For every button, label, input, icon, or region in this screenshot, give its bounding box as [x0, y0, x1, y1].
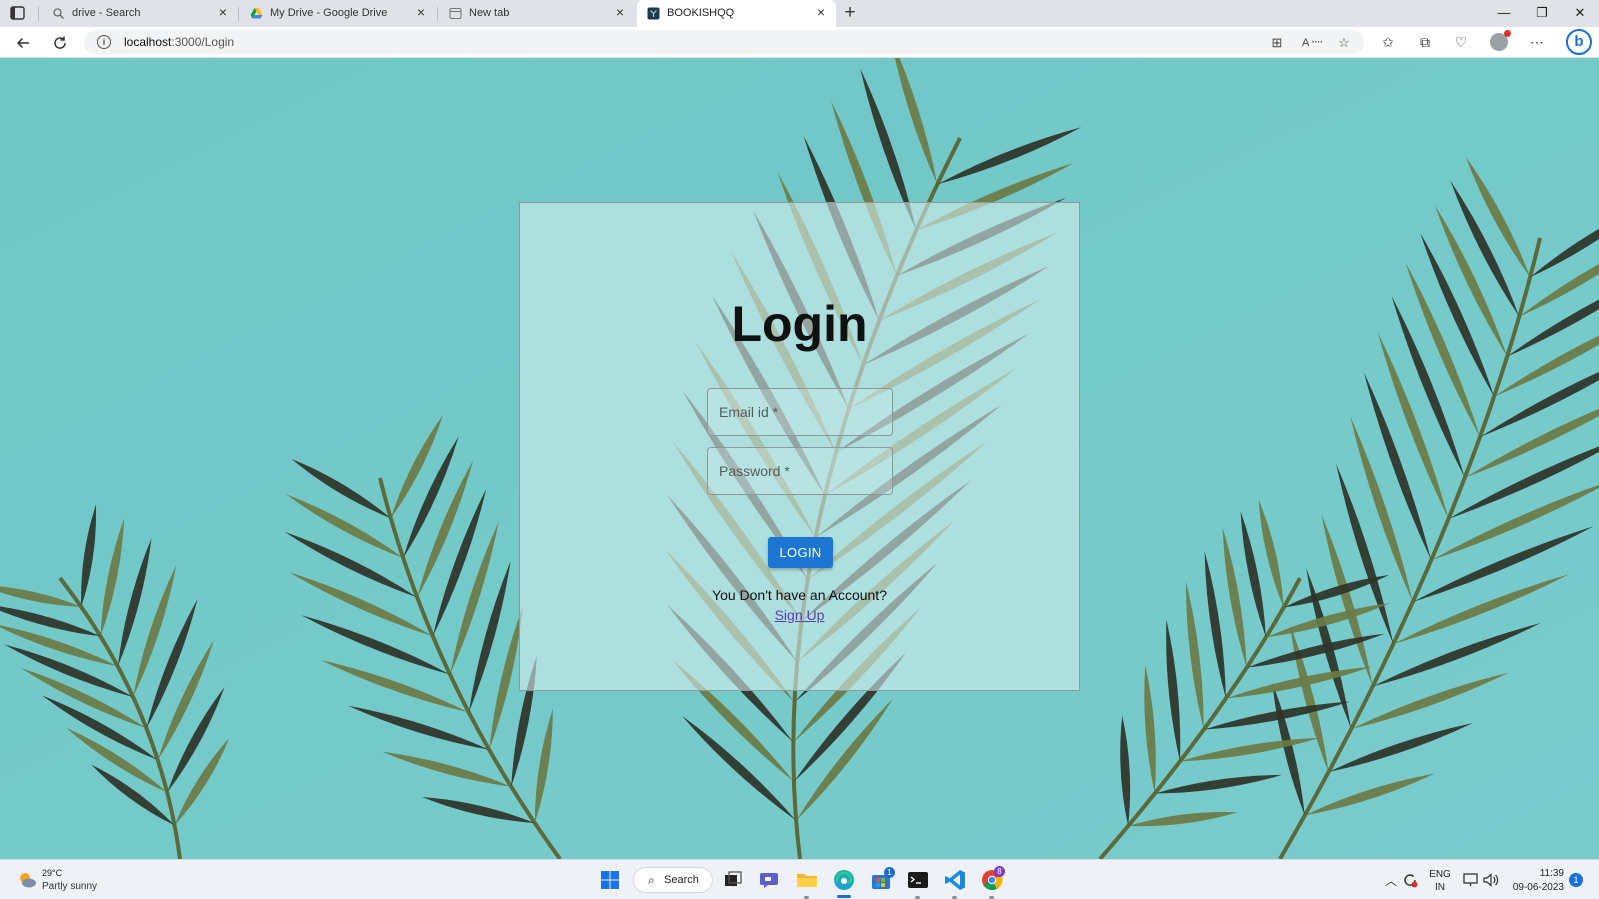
back-button[interactable]	[12, 32, 34, 54]
teams-chat-icon[interactable]	[758, 868, 782, 892]
sync-alert-icon[interactable]	[1400, 870, 1420, 890]
clock-time[interactable]: 11:39	[1508, 868, 1564, 879]
windows-taskbar: 29°C Partly sunny ⌕ Search 1 8 ︿ ENG IN …	[0, 859, 1599, 899]
tab-divider	[437, 7, 438, 21]
language-indicator-top[interactable]: ENG	[1428, 869, 1452, 880]
tab-separator	[38, 6, 39, 21]
address-bar[interactable]: i localhost:3000/Login ⊞ A᠁ ☆	[84, 30, 1364, 54]
close-icon[interactable]: ×	[414, 5, 428, 19]
site-favicon	[647, 7, 660, 20]
close-icon[interactable]: ×	[216, 5, 230, 19]
new-tab-page-icon	[449, 7, 462, 20]
email-input[interactable]	[708, 389, 892, 435]
search-icon: ⌕	[648, 873, 655, 887]
active-app-indicator	[837, 895, 851, 898]
bing-chat-icon[interactable]: b	[1566, 29, 1592, 55]
app-available-icon[interactable]: ⊞	[1268, 34, 1286, 52]
page-viewport: Login LOGIN You Don't have an Account? S…	[0, 58, 1599, 859]
google-drive-icon	[250, 8, 263, 19]
weather-description: Partly sunny	[42, 881, 98, 892]
partly-sunny-icon[interactable]	[16, 869, 38, 891]
close-icon[interactable]: ×	[613, 5, 627, 19]
close-window-button[interactable]: ✕	[1570, 3, 1590, 23]
vs-code-icon[interactable]	[943, 868, 967, 892]
browser-essentials-icon[interactable]: ♡	[1451, 32, 1471, 52]
site-info-icon[interactable]: i	[97, 35, 111, 49]
tab-drive-search[interactable]: drive - Search ×	[42, 0, 238, 27]
chrome-badge: 8	[994, 866, 1005, 877]
signup-link[interactable]: Sign Up	[775, 607, 825, 623]
new-tab-button[interactable]: +	[840, 3, 860, 23]
back-arrow-icon	[16, 37, 29, 49]
tab-bookishqq[interactable]: BOOKISHQQ ×	[637, 0, 836, 27]
password-input[interactable]	[708, 448, 892, 494]
tab-title: New tab	[469, 7, 510, 19]
signup-row: Sign Up	[520, 607, 1079, 623]
weather-temperature: 29°C	[42, 868, 63, 878]
taskbar-search[interactable]: ⌕ Search	[633, 867, 713, 893]
taskbar-search-label: Search	[664, 874, 699, 886]
search-icon	[53, 8, 64, 19]
email-field[interactable]	[707, 388, 893, 436]
refresh-icon	[54, 36, 66, 49]
browser-tab-strip: drive - Search × My Drive - Google Drive…	[0, 0, 1599, 27]
refresh-button[interactable]	[49, 32, 71, 54]
tab-title: My Drive - Google Drive	[270, 7, 388, 19]
close-icon[interactable]: ×	[814, 5, 828, 19]
task-view-icon[interactable]	[721, 868, 745, 892]
url-text[interactable]: localhost:3000/Login	[124, 35, 234, 49]
clock-date[interactable]: 09-06-2023	[1508, 882, 1564, 893]
restore-button[interactable]: ❐	[1532, 3, 1552, 23]
tab-divider	[238, 7, 239, 21]
read-aloud-icon[interactable]: A᠁	[1302, 34, 1322, 52]
volume-icon[interactable]	[1482, 871, 1500, 889]
windows-start-icon[interactable]	[598, 868, 622, 892]
collections-icon[interactable]: ⧉	[1415, 32, 1435, 52]
edge-browser-icon[interactable]	[832, 868, 856, 892]
password-field[interactable]	[707, 447, 893, 495]
network-icon[interactable]	[1462, 871, 1480, 889]
favorite-star-icon[interactable]: ☆	[1335, 34, 1353, 52]
browser-toolbar: i localhost:3000/Login ⊞ A᠁ ☆ ✩ ⧉ ♡ ⋯ b	[0, 27, 1599, 58]
notification-count-badge[interactable]: 1	[1569, 873, 1583, 887]
tab-title: BOOKISHQQ	[667, 7, 735, 19]
tab-actions-icon[interactable]	[8, 5, 28, 22]
more-options-icon[interactable]: ⋯	[1527, 32, 1547, 52]
tab-title: drive - Search	[72, 7, 141, 19]
no-account-text: You Don't have an Account?	[712, 587, 887, 603]
file-explorer-icon[interactable]	[795, 868, 819, 892]
tab-google-drive[interactable]: My Drive - Google Drive ×	[240, 0, 436, 27]
language-indicator-bottom[interactable]: IN	[1428, 882, 1452, 893]
favorites-icon[interactable]: ✩	[1378, 32, 1398, 52]
page-title: Login	[731, 296, 868, 352]
minimize-button[interactable]: —	[1494, 3, 1514, 23]
show-hidden-icons-chevron-icon[interactable]: ︿	[1385, 872, 1397, 889]
login-button[interactable]: LOGIN	[768, 537, 833, 568]
tab-new-tab[interactable]: New tab ×	[439, 0, 635, 27]
profile-avatar-icon[interactable]	[1490, 30, 1511, 51]
login-card: Login LOGIN You Don't have an Account? S…	[519, 202, 1080, 691]
store-badge: 1	[884, 867, 895, 878]
terminal-icon[interactable]	[906, 868, 930, 892]
url-host: localhost	[124, 35, 172, 49]
url-path: :3000/Login	[171, 35, 235, 49]
